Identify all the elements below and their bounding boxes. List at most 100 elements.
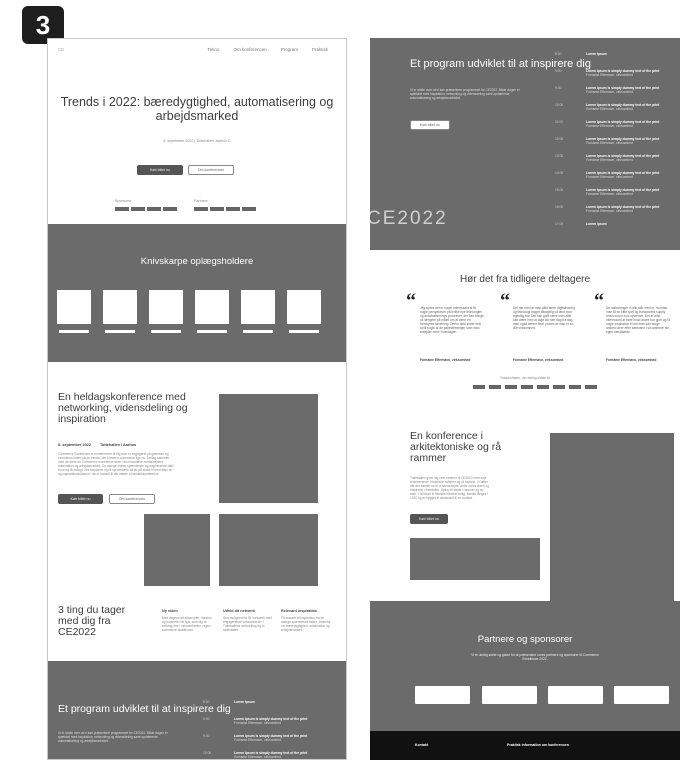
- speaker-photo[interactable]: [241, 290, 275, 324]
- speakers-title: Knivskarpe oplægsholdere: [140, 256, 254, 267]
- program-time: 11:00: [555, 120, 564, 124]
- company-logo: [505, 385, 517, 389]
- testimonials-caption: Virksomheder, der deltog sidste år: [500, 376, 550, 380]
- partner-logo[interactable]: [548, 686, 603, 704]
- speaker-photo[interactable]: [149, 290, 183, 324]
- takeaway-text: Få masser af inspiration fra de mange sp…: [281, 616, 331, 632]
- conference-title: En heldagskonference med networking, vid…: [58, 391, 188, 425]
- program-row[interactable]: Lorem Ipsum is simply dummy text of the …: [586, 205, 659, 213]
- ce2022-watermark: CE2022: [370, 208, 448, 229]
- program-row[interactable]: Lorem Ipsum: [586, 222, 607, 226]
- conference-place: Tuttehallen i Aarhus: [100, 443, 137, 447]
- program-time: 9:30: [555, 86, 562, 90]
- program-row[interactable]: Lorem Ipsum is simply dummy text of the …: [586, 69, 659, 77]
- top-nav: Tekno Om konferencen Program Praktisk: [207, 47, 328, 52]
- company-logo: [569, 385, 581, 389]
- program-row-speaker: Forname Efternavn, virksomhed: [586, 107, 633, 111]
- venue-image: [219, 514, 318, 586]
- venue-image: [410, 538, 540, 580]
- program-row-speaker: Forname Efternavn, virksomhed: [586, 175, 633, 179]
- program-row[interactable]: Lorem Ipsum is simply dummy text of the …: [234, 751, 307, 759]
- program-row[interactable]: Lorem Ipsum is simply dummy text of the …: [586, 171, 659, 179]
- sponsors-label: Sponsorer: [115, 199, 132, 203]
- program-time: 12:00: [555, 137, 564, 141]
- hero-title: Trends i 2022: bæredygtighed, automatise…: [60, 95, 334, 123]
- company-logo: [489, 385, 501, 389]
- nav-item[interactable]: Tekno: [207, 47, 219, 52]
- partners-label: Partnere: [194, 199, 208, 203]
- company-logo: [537, 385, 549, 389]
- program-title: Et program udviklet til at inspirere dig: [58, 703, 231, 715]
- program-time: 16:00: [555, 205, 564, 209]
- nav-item[interactable]: Program: [281, 47, 298, 52]
- venue-body: Tuttehallen giver sig vele rammer til CE…: [410, 476, 490, 500]
- about-conference-button[interactable]: Om konferencen: [188, 165, 234, 175]
- takeaway-text: Med dagens alt eksempler, næsten og konk…: [162, 616, 212, 632]
- program-row[interactable]: Lorem Ipsum is simply dummy text of the …: [586, 103, 659, 111]
- program-row-speaker: Forname Efternavn, virksomhed: [586, 192, 633, 196]
- speaker-name: [289, 330, 319, 333]
- program-row-speaker: Forname Efternavn, virksomhed: [586, 73, 633, 77]
- testimonials-title: Hør det fra tidligere deltagere: [459, 274, 591, 285]
- program-row[interactable]: Lorem Ipsum is simply dummy text of the …: [586, 137, 659, 145]
- buy-ticket-button[interactable]: Køb billet nu: [137, 165, 183, 175]
- speaker-photo[interactable]: [287, 290, 321, 324]
- speakers-section: Knivskarpe oplægsholdere: [48, 224, 346, 362]
- speaker-name: [105, 330, 135, 333]
- speaker-photo[interactable]: [57, 290, 91, 324]
- site-logo[interactable]: CE: [58, 47, 64, 52]
- buy-ticket-button[interactable]: Køb billet nu: [410, 514, 448, 524]
- venue-title: En konference i arkitektoniske og rå ram…: [410, 430, 502, 464]
- speaker-name: [151, 330, 181, 333]
- about-conference-button[interactable]: Om konferencen: [109, 494, 155, 504]
- program-row-speaker: Forname Efternavn, virksomhed: [234, 738, 281, 742]
- buy-ticket-button[interactable]: Køb billet nu: [58, 494, 103, 504]
- program-row-speaker: Forname Efternavn, virksomhed: [234, 755, 281, 759]
- page-top-column: CE Tekno Om konferencen Program Praktisk…: [47, 38, 347, 760]
- company-logo: [473, 385, 485, 389]
- program-row[interactable]: Lorem Ipsum is simply dummy text of the …: [586, 188, 659, 196]
- program-row-speaker: Forname Efternavn, virksomhed: [586, 158, 633, 162]
- testimonial-name: Forname Efternavn, virksomhed: [513, 358, 564, 362]
- speaker-photo[interactable]: [195, 290, 229, 324]
- program-row[interactable]: Lorem Ipsum is simply dummy text of the …: [586, 154, 659, 162]
- speaker-photo[interactable]: [103, 290, 137, 324]
- program-row-title: Lorem Ipsum: [234, 700, 255, 704]
- program-time: 14:00: [555, 171, 564, 175]
- nav-item[interactable]: Praktisk: [312, 47, 328, 52]
- venue-image: [219, 394, 318, 503]
- program-row-speaker: Forname Efternavn, virksomhed: [586, 124, 633, 128]
- footer-info-link[interactable]: Praktisk information om konferencen: [507, 743, 569, 747]
- partner-logo[interactable]: [482, 686, 537, 704]
- sponsor-logo: [115, 207, 129, 211]
- footer-contact-link[interactable]: Kontakt: [415, 743, 428, 747]
- program-row[interactable]: Lorem Ipsum: [586, 52, 607, 56]
- partner-logo: [210, 207, 224, 211]
- takeaway-text: Stor mulighed for få i netværk med engag…: [223, 616, 272, 632]
- program-row[interactable]: Lorem Ipsum: [234, 700, 255, 704]
- takeaway-heading: Relevant inspiration: [281, 609, 318, 613]
- sponsor-logo: [131, 207, 145, 211]
- program-row[interactable]: Lorem Ipsum is simply dummy text of the …: [234, 734, 307, 742]
- conference-date: 8. september 2022: [58, 443, 91, 447]
- testimonial-text: De udfordringer vi alle står med er, hvo…: [606, 306, 670, 334]
- sponsor-logo: [147, 207, 161, 211]
- program-row-title: Lorem Ipsum: [586, 52, 607, 56]
- program-row[interactable]: Lorem Ipsum is simply dummy text of the …: [234, 717, 307, 725]
- program-time: 10:00: [203, 751, 212, 755]
- partner-logo[interactable]: [415, 686, 470, 704]
- program-row[interactable]: Lorem Ipsum is simply dummy text of the …: [586, 120, 659, 128]
- venue-image: [550, 433, 674, 607]
- hero-subtitle: 8. september 2022 | Tuttehallen, Aarhus …: [163, 139, 231, 143]
- nav-item[interactable]: Om konferencen: [233, 47, 266, 52]
- footer: Kontakt Praktisk information om konferen…: [370, 731, 680, 760]
- buy-ticket-button[interactable]: Køb billet nu: [410, 120, 450, 130]
- program-title: Et program udviklet til at inspirere dig: [410, 58, 591, 70]
- program-row[interactable]: Lorem Ipsum is simply dummy text of the …: [586, 86, 659, 94]
- sponsor-logo: [163, 207, 177, 211]
- program-row-title: Lorem Ipsum: [586, 222, 607, 226]
- partner-logo: [242, 207, 256, 211]
- quote-icon: “: [500, 290, 510, 312]
- partner-logo[interactable]: [614, 686, 669, 704]
- program-section: Et program udviklet til at inspirere dig…: [370, 38, 680, 250]
